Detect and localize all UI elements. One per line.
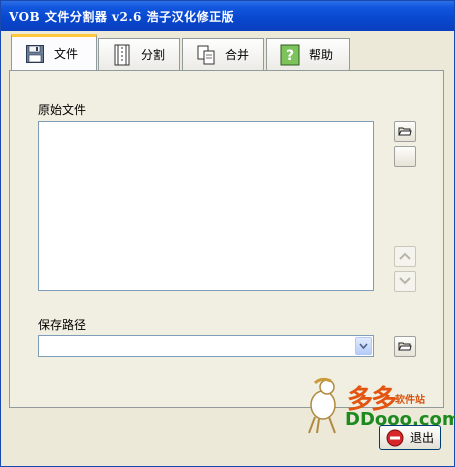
help-question-icon: ? — [279, 44, 301, 66]
remove-file-button[interactable] — [394, 146, 416, 167]
title-bar[interactable]: VOB 文件分割器 v2.6 浩子汉化修正版 — [1, 1, 454, 31]
svg-text:?: ? — [286, 48, 294, 64]
window-title: VOB 文件分割器 v2.6 浩子汉化修正版 — [9, 10, 235, 24]
exit-button[interactable]: 退出 — [379, 425, 441, 450]
exit-icon — [386, 429, 404, 447]
folder-open-icon — [398, 125, 412, 139]
film-split-icon — [111, 44, 133, 66]
floppy-disk-icon — [24, 43, 46, 65]
output-path-label: 保存路径 — [38, 318, 87, 332]
browse-output-button[interactable] — [394, 336, 416, 357]
copy-docs-icon — [195, 44, 217, 66]
app-window: VOB 文件分割器 v2.6 浩子汉化修正版 文件 分割 合并 ? 帮助 原始文… — [0, 0, 455, 467]
tab-merge-label: 合并 — [225, 48, 250, 62]
move-down-button[interactable] — [394, 271, 416, 292]
source-files-list[interactable] — [38, 121, 374, 291]
open-file-button[interactable] — [394, 121, 416, 142]
tab-split-label: 分割 — [141, 48, 166, 62]
tab-help-label: 帮助 — [309, 48, 334, 62]
tab-merge[interactable]: 合并 — [182, 38, 264, 70]
output-path-combo[interactable] — [38, 335, 374, 357]
chevron-down-icon — [399, 275, 411, 289]
tab-file-label: 文件 — [54, 47, 79, 61]
tab-help[interactable]: ? 帮助 — [266, 38, 350, 70]
horse-mascot-icon — [308, 377, 336, 434]
folder-open-icon — [398, 340, 412, 354]
source-files-label: 原始文件 — [38, 103, 87, 117]
dropdown-arrow-icon[interactable] — [355, 337, 372, 355]
chevron-up-icon — [399, 250, 411, 264]
exit-button-label: 退出 — [410, 431, 435, 445]
watermark-subtitle: 软件站 — [395, 395, 425, 406]
move-up-button[interactable] — [394, 246, 416, 267]
tab-split[interactable]: 分割 — [98, 38, 180, 70]
tab-file[interactable]: 文件 — [11, 34, 97, 70]
